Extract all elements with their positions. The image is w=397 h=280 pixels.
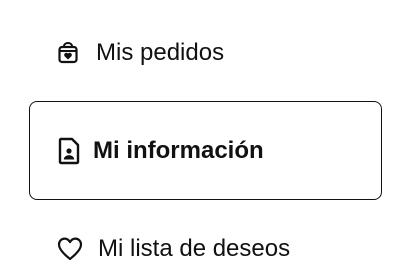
menu-item-mi-lista-de-deseos[interactable]: Mi lista de deseos xyxy=(56,233,290,265)
user-document-icon xyxy=(55,137,83,165)
menu-item-mi-informacion[interactable]: Mi información xyxy=(29,101,382,200)
shopping-bag-heart-icon xyxy=(54,39,82,67)
menu-item-label: Mi información xyxy=(93,136,264,164)
menu-item-label: Mis pedidos xyxy=(96,39,225,66)
menu-item-label: Mi lista de deseos xyxy=(98,235,291,262)
menu-item-mis-pedidos[interactable]: Mis pedidos xyxy=(54,38,224,68)
heart-outline-icon xyxy=(56,235,84,263)
